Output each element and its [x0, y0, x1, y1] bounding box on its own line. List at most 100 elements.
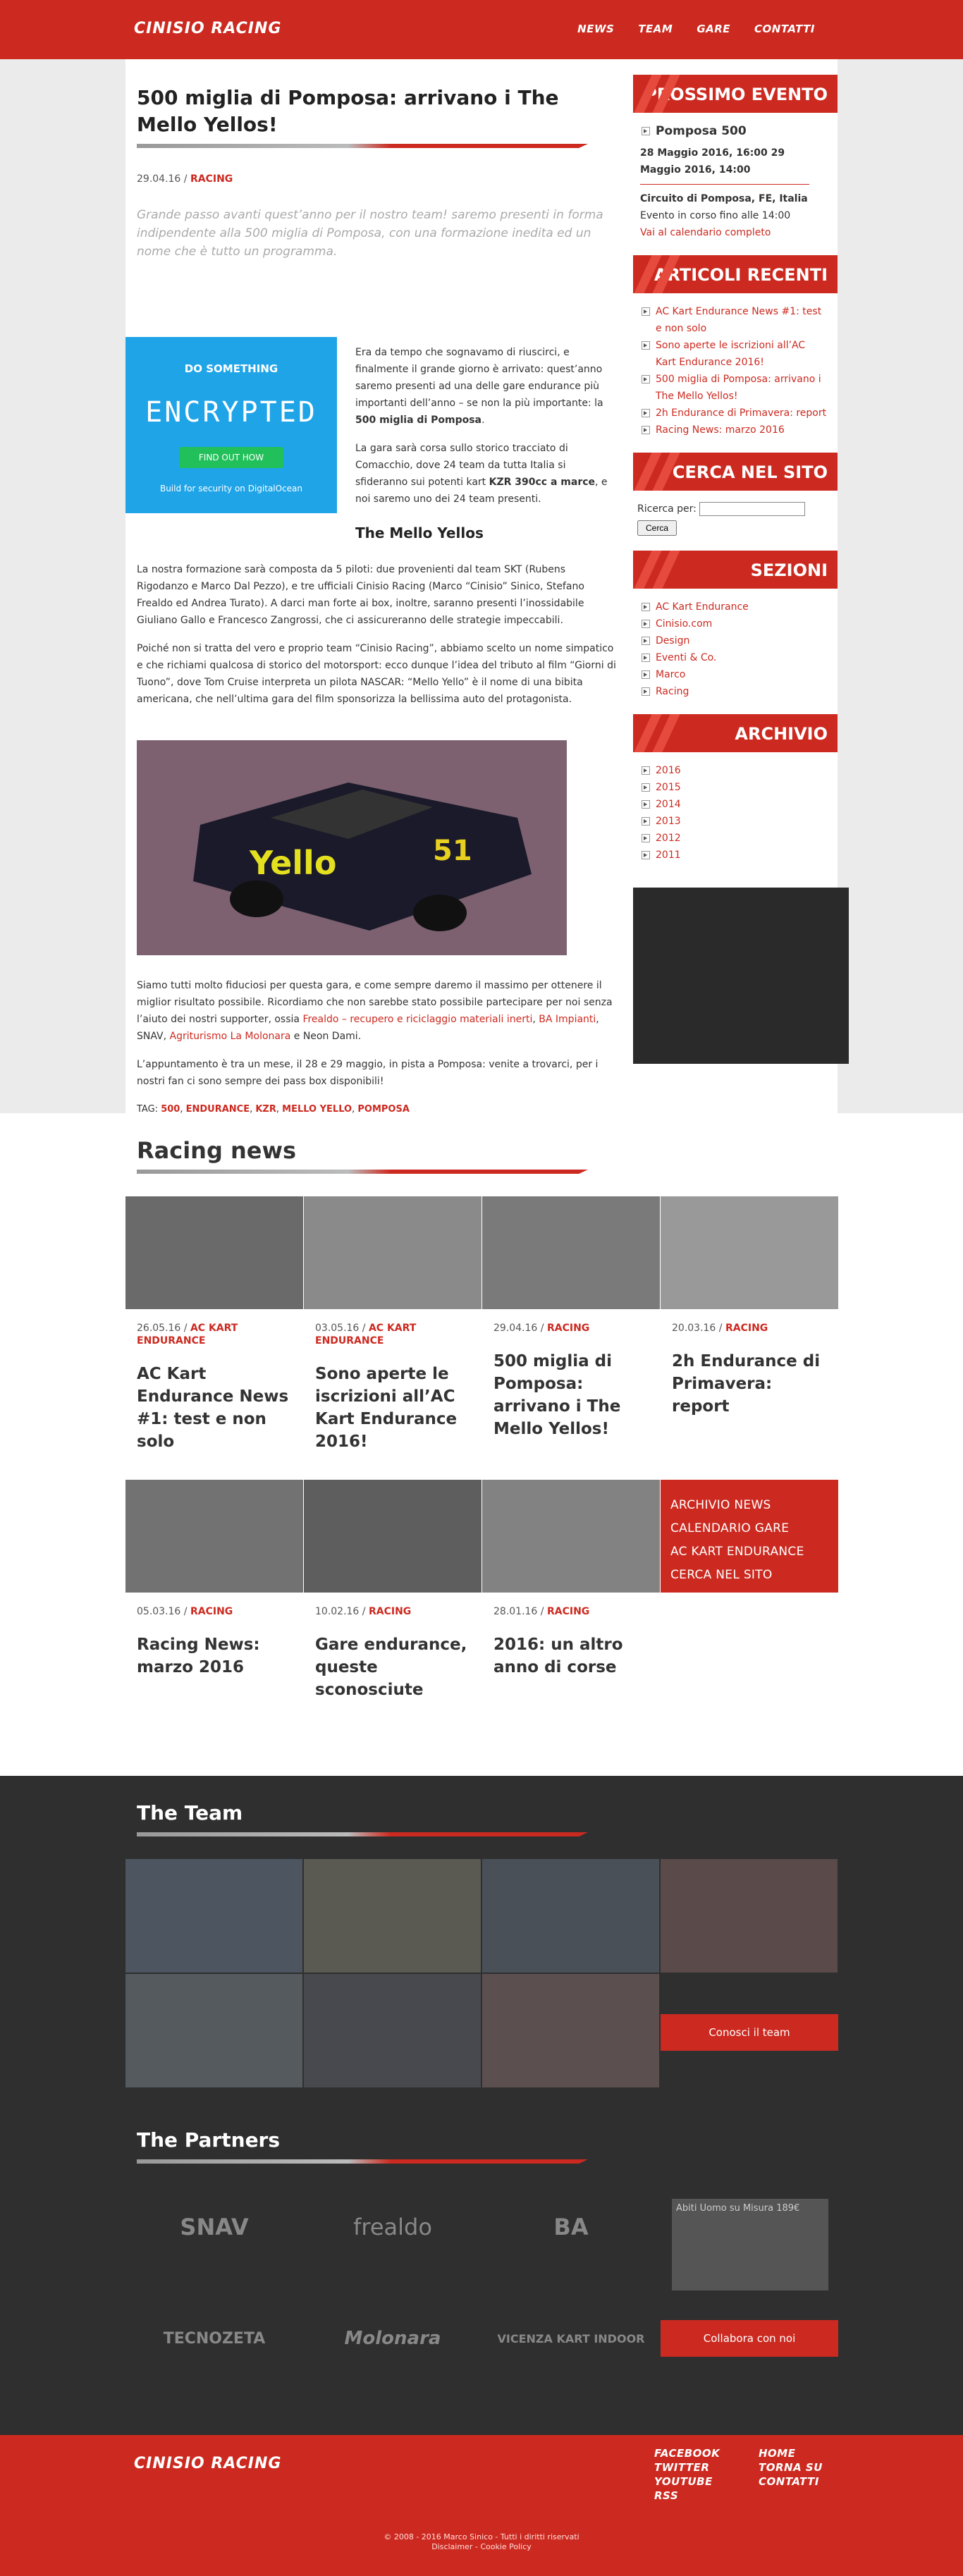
nav-contatti[interactable]: CONTATTI [754, 23, 815, 35]
paragraph-6: L’appuntamento è tra un mese, il 28 e 29… [137, 1059, 599, 1087]
top-bar: CINISIO RACING NEWS TEAM GARE CONTATTI [0, 0, 963, 59]
link-frealdo[interactable]: Frealdo – recupero e riciclaggio materia… [302, 1014, 532, 1025]
recent-post-link[interactable]: AC Kart Endurance News #1: test e non so… [656, 306, 821, 334]
calendar-link[interactable]: Vai al calendario completo [640, 227, 771, 238]
news-tile[interactable]: 05.03.16 / RACING Racing News: marzo 2016 [125, 1480, 303, 1679]
partner-ad[interactable]: Abiti Uomo su Misura 189€ [672, 2199, 828, 2290]
ad-line3: Build for security on DigitalOcean [159, 484, 303, 493]
team-photo[interactable] [482, 1859, 659, 1973]
racing-news-section: Racing news 26.05.16 / AC KART ENDURANCE… [0, 1113, 963, 1776]
race-car-photo: Yello 51 [137, 740, 567, 955]
archive-link[interactable]: 2012 [656, 833, 681, 844]
footer: CINISIO RACING FACEBOOK TWITTER YOUTUBE … [0, 2435, 963, 2576]
partner-logo-snav[interactable]: SNAV [125, 2185, 303, 2269]
nav-team[interactable]: TEAM [638, 23, 673, 35]
partner-logo-molonara[interactable]: Molonara [304, 2296, 482, 2381]
footer-twitter[interactable]: TWITTER [654, 2460, 720, 2474]
nav-news[interactable]: NEWS [577, 23, 614, 35]
paragraph-2: La gara sarà corsa sullo storico traccia… [355, 443, 608, 505]
team-photo[interactable] [304, 1974, 481, 2087]
meet-team-button[interactable]: Conosci il team [661, 2014, 838, 2051]
recent-post-link[interactable]: Racing News: marzo 2016 [656, 424, 785, 436]
event-status: Evento in corso fino alle 14:00 [640, 210, 791, 221]
section-link[interactable]: Eventi & Co. [656, 652, 716, 663]
widget-title-next-event: PROSSIMO EVENTO [633, 75, 838, 113]
sidebar-ad[interactable] [633, 888, 849, 1064]
paragraph-5: Siamo tutti molto fiduciosi per questa g… [137, 980, 613, 1042]
ad-button[interactable]: FIND OUT HOW [178, 447, 284, 468]
link-archivio-news[interactable]: ARCHIVIO NEWS [670, 1494, 828, 1517]
svg-text:51: 51 [433, 835, 472, 867]
search-button[interactable]: Cerca [637, 520, 677, 536]
link-cerca-nel-sito[interactable]: CERCA NEL SITO [670, 1564, 828, 1587]
footer-home[interactable]: HOME [759, 2446, 823, 2460]
collaborate-button[interactable]: Collabora con noi [661, 2320, 838, 2357]
team-photo[interactable] [661, 1859, 838, 1973]
recent-post-link[interactable]: 2h Endurance di Primavera: report [656, 407, 826, 419]
post-meta: 29.04.16 / RACING [137, 173, 233, 185]
recent-post-link[interactable]: 500 miglia di Pomposa: arrivano i The Me… [656, 374, 821, 402]
partner-ad-title: Abiti Uomo su Misura 189€ [676, 2203, 800, 2214]
main-area: 500 miglia di Pomposa: arrivano i The Me… [125, 59, 849, 1115]
recent-post-link[interactable]: Sono aperte le iscrizioni all’AC Kart En… [656, 340, 805, 368]
section-link[interactable]: Design [656, 635, 689, 646]
section-link[interactable]: Cinisio.com [656, 618, 712, 630]
footer-contatti[interactable]: CONTATTI [759, 2474, 823, 2489]
archive-link[interactable]: 2016 [656, 765, 681, 776]
search-widget: Ricerca per: Cerca [633, 491, 838, 546]
archive-widget: 2016 2015 2014 2013 2012 2011 [633, 752, 838, 873]
team-photo[interactable] [125, 1859, 302, 1973]
footer-facebook[interactable]: FACEBOOK [654, 2446, 720, 2460]
search-input[interactable] [699, 501, 806, 516]
recent-posts-widget: AC Kart Endurance News #1: test e non so… [633, 293, 838, 448]
footer-nav-links: HOME TORNA SU CONTATTI [759, 2446, 823, 2489]
link-calendario-gare[interactable]: CALENDARIO GARE [670, 1517, 828, 1540]
post-category[interactable]: RACING [190, 173, 233, 185]
team-photo[interactable] [482, 1974, 659, 2087]
news-links-box: ARCHIVIO NEWS CALENDARIO GARE AC KART EN… [661, 1480, 838, 1593]
section-link[interactable]: Marco [656, 669, 685, 680]
link-molonara[interactable]: Agriturismo La Molonara [170, 1031, 291, 1042]
paragraph-3: La nostra formazione sarà composta da 5 … [137, 564, 584, 626]
partner-logo-ba[interactable]: BA [482, 2185, 660, 2269]
archive-link[interactable]: 2013 [656, 816, 681, 827]
link-ba-impianti[interactable]: BA Impianti [539, 1014, 596, 1025]
partner-logo-tecnozeta[interactable]: TECNOZETA [125, 2296, 303, 2381]
paragraph-4: Poiché non si tratta del vero e proprio … [137, 643, 616, 705]
news-tile[interactable]: 26.05.16 / AC KART ENDURANCE AC Kart Endu… [125, 1196, 303, 1453]
section-link[interactable]: AC Kart Endurance [656, 601, 749, 613]
footer-logo[interactable]: CINISIO RACING [134, 2455, 281, 2472]
post-content: 500 miglia di Pomposa: arrivano i The Me… [125, 85, 616, 1115]
event-item: Pomposa 500 [640, 123, 828, 140]
svg-text:Yello: Yello [249, 844, 336, 882]
title-stripe [137, 144, 588, 148]
archive-link[interactable]: 2014 [656, 799, 681, 810]
news-tile[interactable]: 03.05.16 / AC KART ENDURANCE Sono aperte … [304, 1196, 482, 1453]
search-label: Ricerca per: [637, 503, 697, 515]
news-tile[interactable]: 29.04.16 / RACING 500 miglia di Pomposa: … [482, 1196, 660, 1440]
footer-youtube[interactable]: YOUTUBE [654, 2474, 720, 2489]
ad-line2: ENCRYPTED [145, 396, 317, 429]
nav-gare[interactable]: GARE [697, 23, 730, 35]
footer-rss[interactable]: RSS [654, 2489, 720, 2503]
footer-disclaimer[interactable]: Disclaimer - Cookie Policy [431, 2542, 532, 2551]
footer-torna-su[interactable]: TORNA SU [759, 2460, 823, 2474]
link-ac-kart-endurance[interactable]: AC KART ENDURANCE [670, 1540, 828, 1564]
widget-title-archive: ARCHIVIO [633, 714, 838, 752]
post-end-text: Siamo tutti molto fiduciosi per questa g… [137, 966, 616, 1118]
event-place: Circuito di Pomposa, FE, Italia [640, 193, 808, 204]
archive-link[interactable]: 2011 [656, 850, 681, 861]
partner-logo-frealdo[interactable]: frealdo [304, 2185, 482, 2269]
news-tile[interactable]: 20.03.16 / RACING 2h Endurance di Primave… [661, 1196, 838, 1418]
ad-banner[interactable]: DO SOMETHING ENCRYPTED FIND OUT HOW Buil… [125, 337, 337, 513]
footer-copyright: © 2008 - 2016 Marco Sinico - Tutti i dir… [384, 2532, 579, 2551]
news-tile[interactable]: 28.01.16 / RACING 2016: un altro anno di … [482, 1480, 660, 1679]
team-photo[interactable] [304, 1859, 481, 1973]
archive-link[interactable]: 2015 [656, 782, 681, 793]
team-photo[interactable] [125, 1974, 302, 2087]
news-tile[interactable]: 10.02.16 / RACING Gare endurance, queste … [304, 1480, 482, 1701]
event-dates: 28 Maggio 2016, 16:00 29 Maggio 2016, 14… [640, 147, 785, 176]
section-link[interactable]: Racing [656, 686, 689, 697]
site-logo[interactable]: CINISIO RACING [134, 20, 281, 37]
partner-logo-vicenza-kart[interactable]: VICENZA KART INDOOR [482, 2296, 660, 2381]
